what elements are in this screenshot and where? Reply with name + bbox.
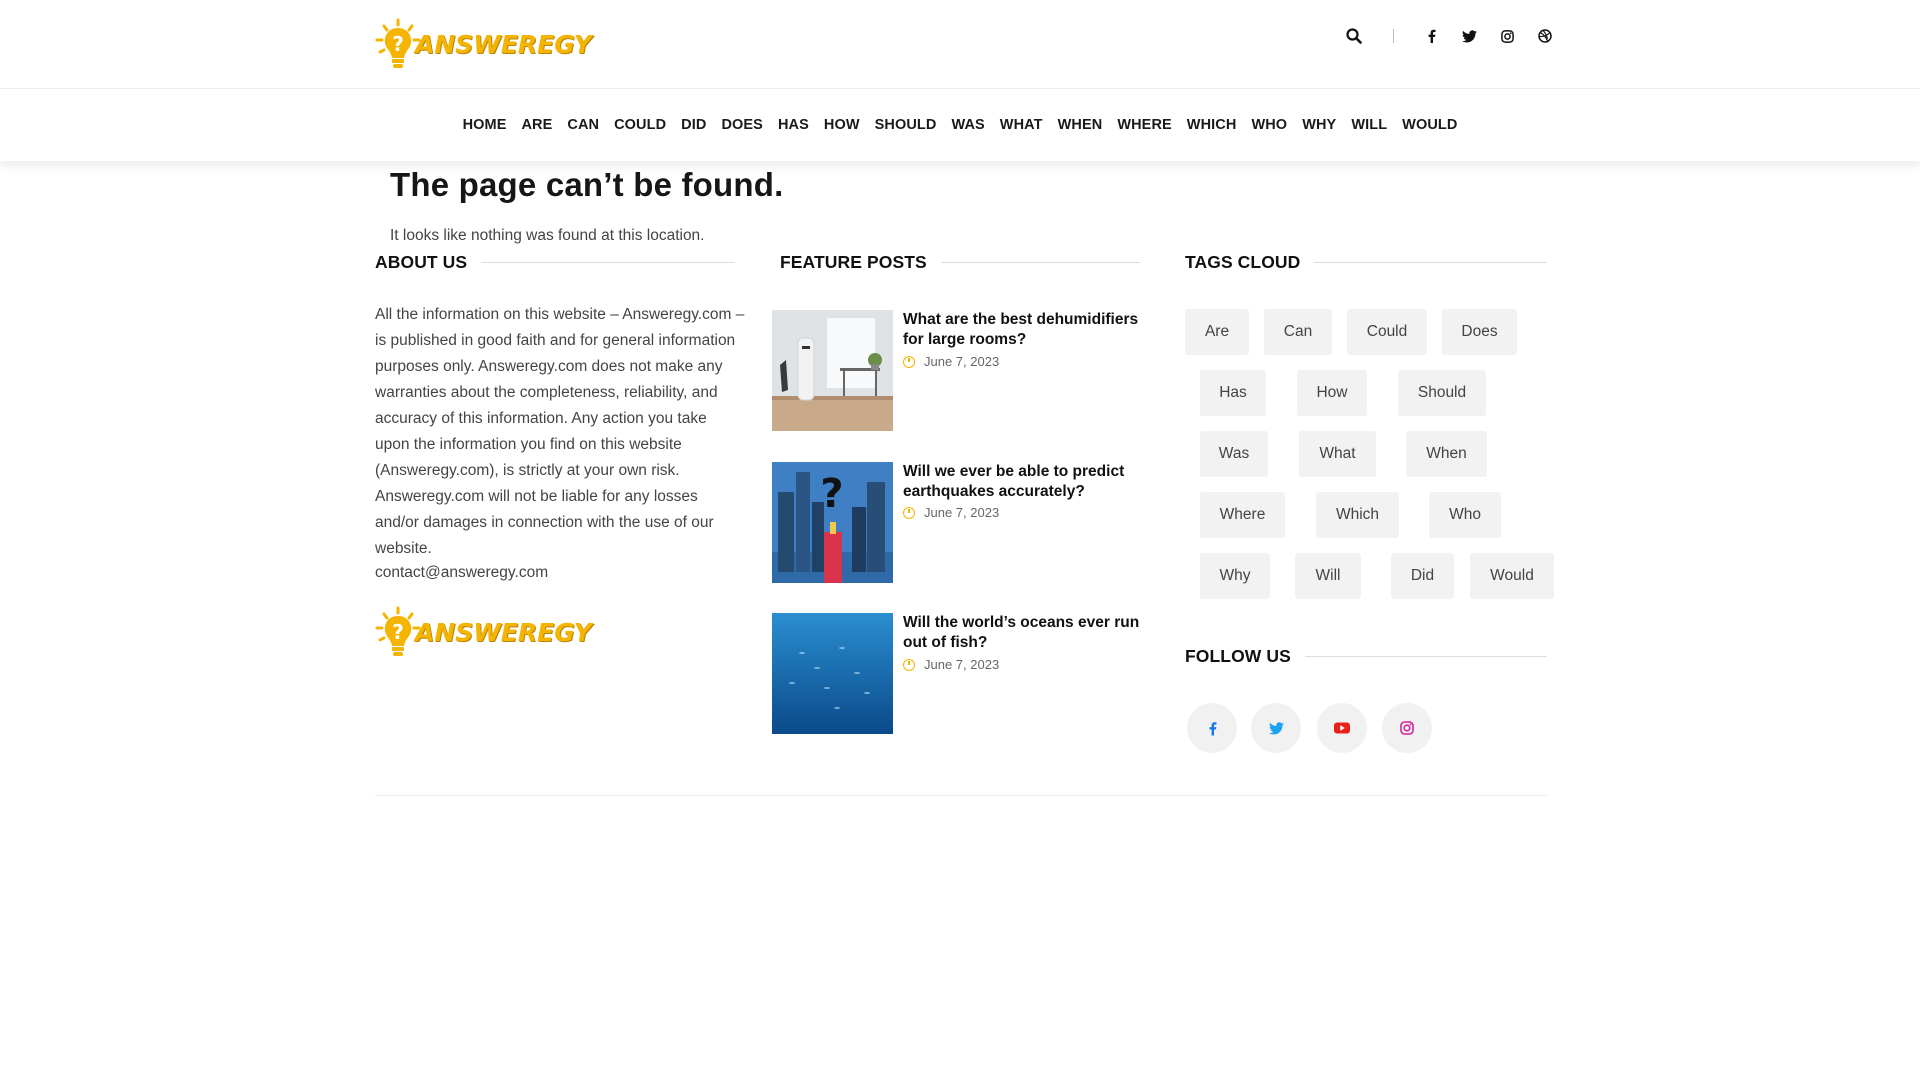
post-thumbnail[interactable]	[772, 310, 893, 431]
post-title[interactable]: What are the best dehumidifiers for larg…	[903, 310, 1153, 350]
instagram-icon[interactable]	[1496, 25, 1518, 47]
follow-us-heading: FOLLOW US	[1185, 646, 1547, 667]
footer-divider	[375, 795, 1547, 796]
follow-facebook-button[interactable]	[1187, 703, 1237, 753]
tag-has[interactable]: Has	[1200, 370, 1266, 416]
page-subtitle: It looks like nothing was found at this …	[390, 227, 705, 244]
nav-item-was[interactable]: WAS	[951, 117, 984, 133]
svg-text:?: ?	[392, 620, 404, 644]
tag-who[interactable]: Who	[1429, 492, 1501, 538]
nav-item-which[interactable]: WHICH	[1187, 117, 1237, 133]
clock-icon	[903, 355, 915, 368]
tag-did[interactable]: Did	[1391, 553, 1454, 599]
svg-text:?: ?	[820, 471, 843, 517]
tag-are[interactable]: Are	[1185, 309, 1249, 355]
footer-logo[interactable]: ? ANSWEREGY	[375, 606, 592, 658]
about-heading-text: ABOUT US	[375, 252, 468, 272]
tags-cloud-heading-text: TAGS CLOUD	[1185, 252, 1301, 272]
tag-was[interactable]: Was	[1200, 431, 1268, 477]
post-date: June 7, 2023	[903, 657, 999, 672]
feature-posts-heading-text: FEATURE POSTS	[780, 252, 927, 272]
nav-item-does[interactable]: DOES	[721, 117, 763, 133]
youtube-icon	[1334, 722, 1350, 734]
heading-divider	[940, 262, 1140, 263]
post-date: June 7, 2023	[903, 505, 999, 520]
nav-item-would[interactable]: WOULD	[1402, 117, 1457, 133]
tag-what[interactable]: What	[1299, 431, 1376, 477]
tag-could[interactable]: Could	[1347, 309, 1427, 355]
tag-when[interactable]: When	[1406, 431, 1487, 477]
svg-text:?: ?	[392, 32, 404, 56]
lightbulb-icon: ?	[375, 18, 421, 70]
tag-will[interactable]: Will	[1295, 553, 1361, 599]
nav-item-when[interactable]: WHEN	[1058, 117, 1103, 133]
nav-item-should[interactable]: SHOULD	[875, 117, 937, 133]
facebook-icon[interactable]	[1420, 25, 1442, 47]
about-text: All the information on this website – An…	[375, 306, 745, 557]
heading-divider	[1304, 656, 1547, 657]
feature-post: Will the world’s oceans ever run out of …	[772, 613, 1152, 735]
tag-does[interactable]: Does	[1442, 309, 1517, 355]
header-actions	[1343, 22, 1572, 50]
twitter-icon[interactable]	[1458, 25, 1480, 47]
site-logo[interactable]: ? ANSWEREGY	[375, 18, 592, 70]
tag-should[interactable]: Should	[1398, 370, 1486, 416]
tag-can[interactable]: Can	[1264, 309, 1332, 355]
tag-would[interactable]: Would	[1470, 553, 1554, 599]
follow-instagram-button[interactable]	[1382, 703, 1432, 753]
post-thumbnail[interactable]: ?	[772, 462, 893, 583]
post-date-text: June 7, 2023	[924, 505, 1000, 520]
tags-cloud-heading: TAGS CLOUD	[1185, 252, 1547, 273]
top-header: ? ANSWEREGY	[0, 0, 1920, 88]
page-title: The page can’t be found.	[390, 166, 784, 203]
contact-email[interactable]: contact@answeregy.com	[375, 564, 548, 582]
nav-item-who[interactable]: WHO	[1251, 117, 1287, 133]
clock-icon	[903, 506, 915, 519]
clock-icon	[903, 658, 915, 671]
follow-us-heading-text: FOLLOW US	[1185, 646, 1291, 666]
instagram-icon	[1400, 721, 1414, 735]
nav-item-can[interactable]: CAN	[567, 117, 599, 133]
dribbble-icon[interactable]	[1534, 25, 1556, 47]
nav-menu: HOME ARE CAN COULD DID DOES HAS HOW SHOU…	[0, 89, 1920, 161]
post-title[interactable]: Will the world’s oceans ever run out of …	[903, 613, 1153, 653]
heading-divider	[481, 262, 735, 263]
nav-item-why[interactable]: WHY	[1302, 117, 1336, 133]
logo-wordmark: ANSWEREGY	[415, 617, 592, 647]
heading-divider	[1314, 262, 1547, 263]
post-date-text: June 7, 2023	[924, 354, 1000, 369]
post-date: June 7, 2023	[903, 354, 999, 369]
header-divider	[1393, 29, 1394, 43]
nav-item-home[interactable]: HOME	[463, 117, 507, 133]
lightbulb-icon: ?	[375, 606, 421, 658]
nav-item-what[interactable]: WHAT	[1000, 117, 1043, 133]
feature-posts-heading: FEATURE POSTS	[780, 252, 1140, 273]
post-date-text: June 7, 2023	[924, 657, 1000, 672]
tag-which[interactable]: Which	[1316, 492, 1399, 538]
feature-post: What are the best dehumidifiers for larg…	[772, 310, 1152, 432]
nav-item-are[interactable]: ARE	[521, 117, 552, 133]
main-navigation: HOME ARE CAN COULD DID DOES HAS HOW SHOU…	[0, 88, 1920, 161]
follow-youtube-button[interactable]	[1317, 703, 1367, 753]
tag-how[interactable]: How	[1297, 370, 1367, 416]
nav-item-did[interactable]: DID	[681, 117, 706, 133]
nav-item-could[interactable]: COULD	[614, 117, 666, 133]
nav-item-has[interactable]: HAS	[778, 117, 809, 133]
nav-item-will[interactable]: WILL	[1351, 117, 1387, 133]
logo-wordmark: ANSWEREGY	[415, 29, 592, 59]
tag-why[interactable]: Why	[1200, 553, 1270, 599]
nav-item-where[interactable]: WHERE	[1117, 117, 1171, 133]
facebook-icon	[1209, 721, 1216, 735]
post-thumbnail[interactable]	[772, 613, 893, 734]
follow-twitter-button[interactable]	[1251, 703, 1301, 753]
post-title[interactable]: Will we ever be able to predict earthqua…	[903, 462, 1153, 502]
feature-post: ? Will we ever be able to predict earthq…	[772, 462, 1152, 584]
nav-item-how[interactable]: HOW	[824, 117, 860, 133]
about-heading: ABOUT US	[375, 252, 735, 273]
tag-where[interactable]: Where	[1200, 492, 1285, 538]
search-icon[interactable]	[1343, 25, 1365, 47]
twitter-icon	[1268, 721, 1284, 734]
